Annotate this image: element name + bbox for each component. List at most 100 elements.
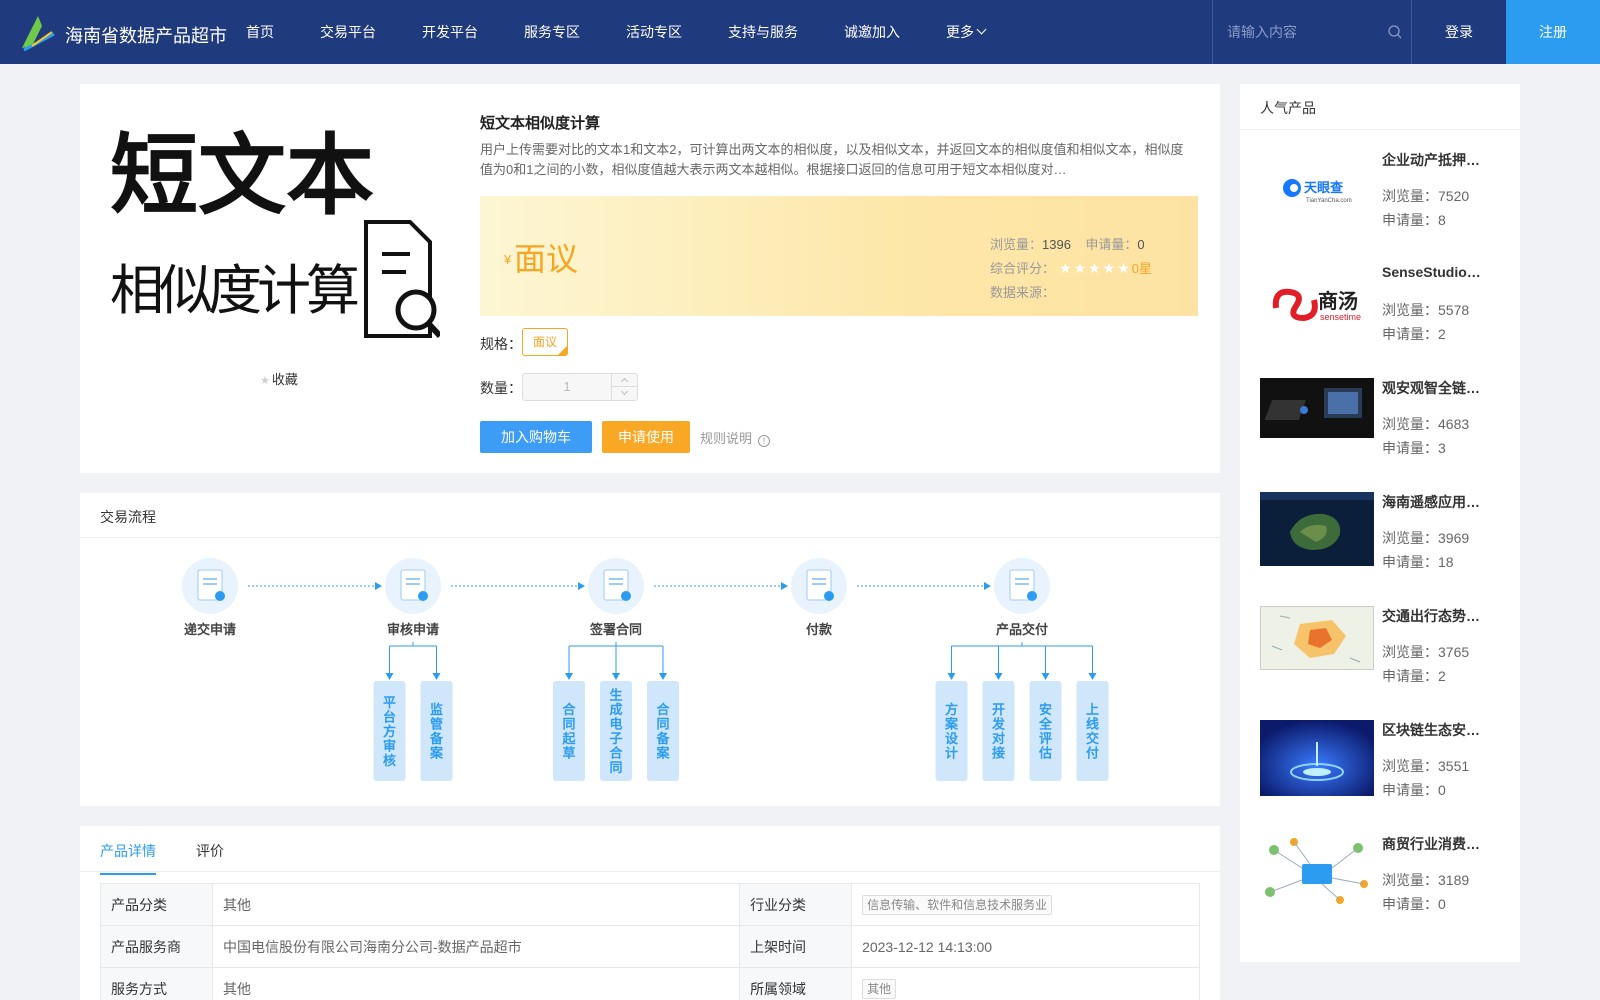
nav-more[interactable]: 更多: [946, 0, 987, 64]
popular-item[interactable]: 区块链生态安… 浏览量：3551 申请量：0: [1260, 720, 1500, 820]
favorite-label: 收藏: [271, 372, 298, 387]
quantity-increase-button[interactable]: [611, 374, 637, 387]
nav-dev[interactable]: 开发平台: [422, 0, 478, 64]
views-value: 3765: [1438, 644, 1470, 660]
register-button[interactable]: 注册: [1506, 0, 1600, 64]
rating-label: 综合评分：: [990, 261, 1056, 276]
spec-option[interactable]: 面议: [522, 328, 568, 356]
popular-item[interactable]: 商贸行业消费… 浏览量：3189 申请量：0: [1260, 834, 1500, 934]
price-panel: ¥ 面议 浏览量：1396 申请量：0 综合评分： ★★★★★0星 数据来源：: [480, 196, 1198, 316]
flow-substep-label: 生成电子合同: [609, 688, 623, 777]
product-card: 短文本 相似度计算 ★ 收藏 短文本相似度计算 用户上传需要对比的文本1和文本2，…: [80, 84, 1220, 473]
popular-item-views: 浏览量：4683: [1382, 414, 1469, 434]
product-description: 用户上传需要对比的文本1和文本2，可计算出两文本的相似度，以及相似文本，并返回文…: [480, 142, 1184, 177]
detail-value: 信息传输、软件和信息技术服务业: [851, 883, 1200, 926]
icon-line: [406, 578, 420, 580]
popular-item-applies: 申请量：18: [1382, 552, 1454, 572]
detail-tag: 其他: [862, 978, 897, 999]
views-label: 浏览量：: [1382, 758, 1438, 774]
rules-link[interactable]: 规则说明!: [700, 428, 771, 447]
detail-key: 服务方式: [100, 967, 213, 1000]
popular-item-thumb: [1260, 492, 1374, 566]
popular-item-name: 商贸行业消费…: [1382, 836, 1480, 852]
search-input[interactable]: [1227, 20, 1377, 44]
applies-value: 2: [1438, 668, 1446, 684]
nav-home[interactable]: 首页: [246, 0, 274, 64]
flow-step-label: 签署合同: [589, 622, 642, 637]
views-value: 5578: [1438, 302, 1470, 318]
favorite-button[interactable]: ★ 收藏: [260, 369, 298, 388]
detail-tag: 信息传输、软件和信息技术服务业: [862, 894, 1053, 915]
views-value: 3969: [1438, 530, 1470, 546]
search-icon[interactable]: [1388, 25, 1402, 39]
views-label: 浏览量：: [1382, 302, 1438, 318]
applies-value: 2: [1438, 326, 1446, 342]
popular-item[interactable]: 海南遥感应用… 浏览量：3969 申请量：18: [1260, 492, 1500, 592]
tab-reviews[interactable]: 评价: [196, 841, 224, 861]
popular-item-name: 企业动产抵押…: [1382, 152, 1480, 168]
nav-join[interactable]: 诚邀加入: [844, 0, 900, 64]
chevron-down-icon: [976, 24, 987, 35]
tab-product-detail[interactable]: 产品详情: [100, 841, 156, 875]
site-logo-icon[interactable]: [18, 12, 58, 52]
popular-item-thumb: [1260, 720, 1374, 796]
quantity-decrease-button[interactable]: [611, 387, 637, 400]
detail-key: 上架时间: [739, 925, 853, 968]
rating-line: 综合评分： ★★★★★0星: [990, 258, 1152, 277]
quantity-input[interactable]: 1: [523, 374, 611, 400]
nav-trading[interactable]: 交易平台: [320, 0, 376, 64]
info-icon: !: [758, 435, 771, 447]
views-value: 7520: [1438, 188, 1470, 204]
applies-value: 8: [1438, 212, 1446, 228]
detail-row: 产品分类 其他 行业分类 信息传输、软件和信息技术服务业: [100, 883, 1200, 926]
nav-events[interactable]: 活动专区: [626, 0, 682, 64]
popular-item-name: 观安观智全链…: [1382, 380, 1480, 396]
flow-title: 交易流程: [100, 509, 156, 525]
popular-item-thumb: [1260, 834, 1374, 910]
flow-arrow-icon: [375, 582, 382, 590]
site-name[interactable]: 海南省数据产品超市: [65, 22, 227, 48]
icon-badge: [1027, 591, 1037, 601]
detail-key: 所属领域: [739, 967, 853, 1000]
thumb-logo-text: 天眼查: [1304, 180, 1344, 196]
flow-substep-label: 安全评估: [1038, 702, 1053, 762]
detail-value: 2023-12-12 14:13:00: [851, 925, 1200, 968]
product-title: 短文本相似度计算: [480, 115, 601, 132]
flow-arrow-icon: [659, 673, 667, 680]
flow-arrow-icon: [565, 673, 573, 680]
popular-item-views: 浏览量：3551: [1382, 756, 1469, 776]
views-value: 3551: [1438, 758, 1470, 774]
popular-item-applies: 申请量：0: [1382, 780, 1446, 800]
login-button[interactable]: 登录: [1412, 0, 1506, 64]
thumb-logo-text: 商汤: [1318, 289, 1358, 313]
flow-arrow-icon: [612, 673, 620, 680]
applies-label: 申请量：: [1382, 554, 1438, 570]
source-label: 数据来源：: [990, 285, 1056, 300]
flow-arrow-icon: [947, 673, 956, 680]
flow-step: 付款: [791, 558, 847, 637]
flow-step-label: 审核申请: [387, 622, 439, 637]
popular-item[interactable]: 商汤 sensetime SenseStudio… 浏览量：5578 申请量：2: [1260, 264, 1500, 364]
popular-item-applies: 申请量：0: [1382, 894, 1446, 914]
icon-line: [203, 583, 217, 585]
views-value: 3189: [1438, 872, 1470, 888]
detail-key: 产品服务商: [100, 925, 213, 968]
popular-item[interactable]: 天眼查 TianYanCha.com 企业动产抵押… 浏览量：7520 申请量：8: [1260, 150, 1500, 250]
applies-value: 18: [1438, 554, 1454, 570]
nav-service[interactable]: 服务专区: [524, 0, 580, 64]
quantity-label: 数量：: [480, 380, 522, 396]
flow-step: 签署合同合同起草 生成电子合同 合同备案: [553, 558, 679, 781]
popular-item[interactable]: 交通出行态势… 浏览量：3765 申请量：2: [1260, 606, 1500, 706]
popular-item[interactable]: 观安观智全链… 浏览量：4683 申请量：3: [1260, 378, 1500, 478]
icon-badge: [215, 591, 225, 601]
trade-flow-card: 交易流程 递交申请 审核申请 平台方审核 监管备案 签署合同 合同起草 生成电子合同 合同备案…: [80, 493, 1220, 806]
popular-item-thumb: 商汤 sensetime: [1260, 264, 1374, 340]
nav-support[interactable]: 支持与服务: [728, 0, 798, 64]
star-icon: ★: [260, 375, 270, 387]
applies-label: 申请量：: [1382, 440, 1438, 456]
flow-header: 交易流程: [80, 493, 1220, 538]
applies-value: 0: [1438, 896, 1446, 912]
icon-line: [1015, 578, 1029, 580]
apply-use-button[interactable]: 申请使用: [602, 421, 690, 453]
add-to-cart-button[interactable]: 加入购物车: [480, 421, 592, 453]
